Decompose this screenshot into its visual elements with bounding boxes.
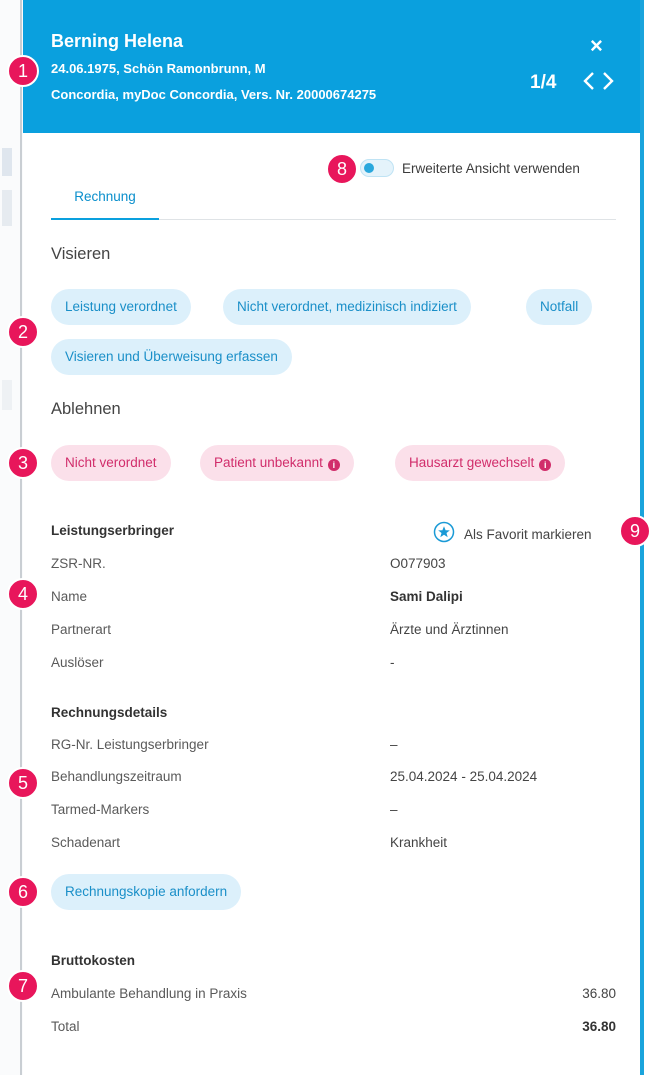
nicht-verordnet-label: Nicht verordnet — [65, 455, 157, 470]
bruttokosten-title: Bruttokosten — [51, 953, 135, 968]
extended-view-toggle[interactable] — [360, 159, 394, 177]
background-panel — [0, 0, 23, 1075]
favorite-label: Als Favorit markieren — [464, 527, 592, 542]
nicht-verordnet-button[interactable]: Nicht verordnet — [51, 445, 171, 481]
behandlungszeitraum-label: Behandlungszeitraum — [51, 769, 182, 784]
visieren-ueberweisung-button[interactable]: Visieren und Überweisung erfassen — [51, 339, 292, 375]
callout-badge: 8 — [326, 153, 358, 185]
visieren-title: Visieren — [51, 245, 111, 263]
tarmed-markers-value: – — [390, 802, 398, 817]
hausarzt-gewechselt-button[interactable]: Hausarzt gewechselt i — [395, 445, 566, 481]
ambulante-behandlung-label: Ambulante Behandlung in Praxis — [51, 986, 247, 1001]
schadenart-value: Krankheit — [390, 835, 448, 850]
zsr-value: O077903 — [390, 556, 446, 571]
leistung-verordnet-button[interactable]: Leistung verordnet — [51, 289, 191, 325]
favorite-button[interactable]: Als Favorit markieren — [433, 521, 592, 548]
patient-header: Berning Helena 24.06.1975, Schön Ramonbr… — [23, 0, 640, 133]
callout-badge: 9 — [619, 515, 651, 547]
name-label: Name — [51, 589, 88, 604]
zsr-label: ZSR-NR. — [51, 556, 106, 571]
info-icon: i — [327, 459, 340, 471]
rg-nr-label: RG-Nr. Leistungserbringer — [51, 737, 209, 752]
partnerart-value: Ärzte und Ärztinnen — [390, 622, 509, 637]
callout-badge: 5 — [7, 767, 39, 799]
callout-badge: 3 — [7, 447, 39, 479]
leistungserbringer-title: Leistungserbringer — [51, 523, 175, 538]
name-value: Sami Dalipi — [390, 589, 463, 604]
extended-view-label: Erweiterte Ansicht verwenden — [402, 160, 580, 176]
callout-badge: 7 — [7, 970, 39, 1002]
pager-count: 1/4 — [530, 72, 557, 93]
background-divider — [20, 0, 22, 1075]
patient-insurance-info: Concordia, myDoc Concordia, Vers. Nr. 20… — [51, 87, 377, 102]
background-element — [2, 380, 12, 410]
schadenart-label: Schadenart — [51, 835, 121, 850]
background-element — [2, 148, 12, 176]
patient-birth-info: 24.06.1975, Schön Ramonbrunn, M — [51, 61, 266, 76]
partnerart-label: Partnerart — [51, 622, 112, 637]
close-icon[interactable]: × — [590, 34, 603, 58]
chevron-right-icon[interactable] — [599, 66, 617, 96]
rechnungsdetails-title: Rechnungsdetails — [51, 705, 168, 720]
notfall-button[interactable]: Notfall — [526, 289, 593, 325]
tab-rechnung[interactable]: Rechnung — [51, 182, 159, 220]
star-icon — [433, 521, 455, 548]
ausloeser-value: - — [390, 655, 395, 670]
ausloeser-label: Auslöser — [51, 655, 104, 670]
patient-unbekannt-button[interactable]: Patient unbekannt i — [200, 445, 354, 481]
callout-badge: 1 — [7, 55, 39, 87]
rg-nr-value: – — [390, 737, 398, 752]
total-amount: 36.80 — [582, 1019, 616, 1034]
nicht-verordnet-indiziert-button[interactable]: Nicht verordnet, medizinisch indiziert — [223, 289, 471, 325]
info-icon: i — [539, 459, 552, 471]
patient-name: Berning Helena — [51, 31, 184, 51]
ablehnen-title: Ablehnen — [51, 400, 121, 418]
tarmed-markers-label: Tarmed-Markers — [51, 802, 150, 817]
toggle-knob — [364, 163, 374, 173]
callout-badge: 2 — [7, 316, 39, 348]
background-element — [2, 190, 12, 226]
chevron-left-icon[interactable] — [580, 66, 598, 96]
callout-badge: 4 — [7, 578, 39, 610]
patient-unbekannt-label: Patient unbekannt — [214, 455, 323, 470]
tab-bar: Rechnung — [51, 182, 616, 220]
ambulante-behandlung-amount: 36.80 — [582, 986, 616, 1001]
request-invoice-copy-button[interactable]: Rechnungskopie anfordern — [51, 874, 242, 910]
hausarzt-gewechselt-label: Hausarzt gewechselt — [409, 455, 535, 470]
behandlungszeitraum-value: 25.04.2024 - 25.04.2024 — [390, 769, 538, 784]
callout-badge: 6 — [7, 876, 39, 908]
extended-view-toggle-row[interactable]: Erweiterte Ansicht verwenden — [360, 159, 580, 177]
total-label: Total — [51, 1019, 80, 1034]
